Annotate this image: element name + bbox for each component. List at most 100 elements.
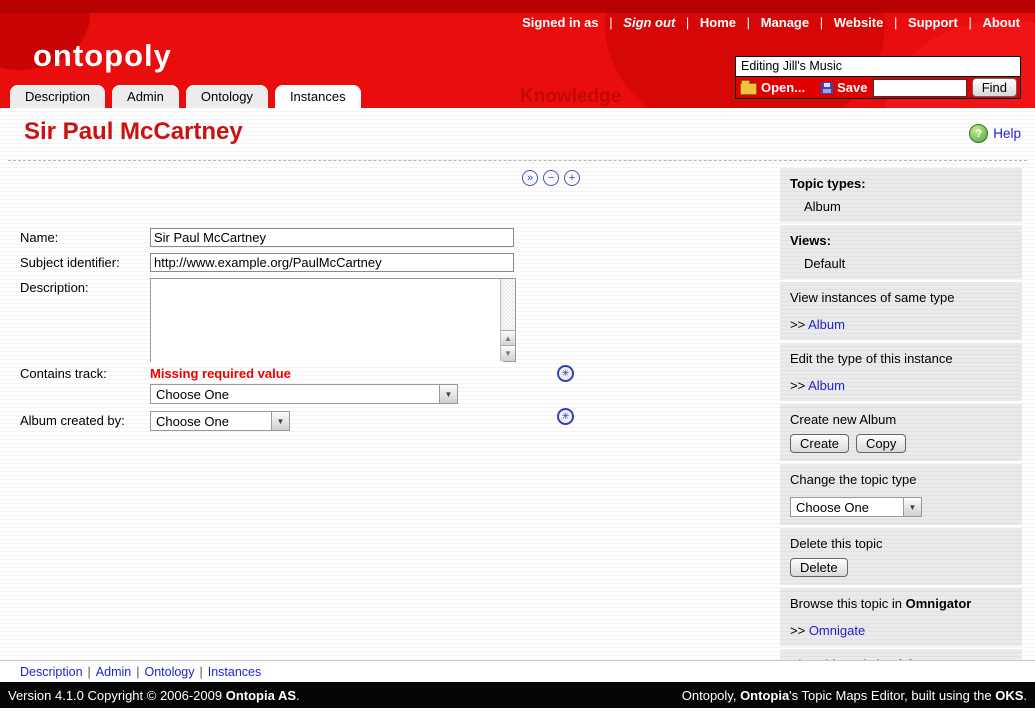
tab-description[interactable]: Description — [10, 85, 105, 108]
edit-type-linkrow: >> Album — [790, 378, 1012, 393]
credit-text-end: . — [1023, 688, 1027, 703]
header: Knowledge Signed in as | Sign out | Home… — [0, 0, 1035, 108]
product-credit: Ontopoly, Ontopia's Topic Maps Editor, b… — [682, 688, 1027, 703]
find-button[interactable]: Find — [972, 78, 1017, 97]
nav-sign-out[interactable]: Sign out — [623, 15, 675, 30]
nav-separator: | — [747, 15, 750, 30]
album-created-by-selected: Choose One — [151, 414, 271, 429]
description-textarea[interactable] — [151, 279, 503, 365]
nav-separator: | — [686, 15, 689, 30]
edit-type-album-link[interactable]: Album — [808, 378, 845, 393]
dropdown-arrow-icon: ▼ — [903, 498, 921, 516]
link-separator: | — [136, 665, 139, 679]
save-label: Save — [837, 80, 867, 95]
omnigate-linkrow: >> Omnigate — [790, 623, 1012, 638]
open-button[interactable]: Open... — [739, 80, 805, 95]
open-label: Open... — [761, 80, 805, 95]
nav-website[interactable]: Website — [834, 15, 884, 30]
views-value: Default — [790, 256, 1012, 271]
description-label: Description: — [20, 280, 89, 295]
dropdown-arrow-icon: ▼ — [271, 412, 289, 430]
change-type-select[interactable]: Choose One ▼ — [790, 497, 922, 517]
help-link[interactable]: ? Help — [969, 124, 1021, 143]
version-copyright: Version 4.1.0 Copyright © 2006-2009 Onto… — [8, 688, 300, 703]
scroll-down-icon[interactable]: ▼ — [501, 345, 515, 361]
omnigate-link[interactable]: Omnigate — [809, 623, 865, 638]
create-new-label: Create new Album — [790, 412, 1012, 427]
arrow-prefix: >> — [790, 317, 805, 332]
tab-ontology[interactable]: Ontology — [186, 85, 268, 108]
version-text-end: . — [296, 688, 300, 703]
change-type-label: Change the topic type — [790, 472, 1012, 487]
description-scrollbar[interactable]: ▲ ▼ — [500, 279, 515, 361]
subject-identifier-input[interactable] — [150, 253, 514, 272]
remove-identifier-icon[interactable]: − — [543, 170, 559, 186]
album-created-by-select[interactable]: Choose One ▼ — [150, 411, 290, 431]
contains-track-label: Contains track: — [20, 366, 107, 381]
nav-support[interactable]: Support — [908, 15, 958, 30]
change-type-selected: Choose One — [791, 500, 903, 515]
view-instances-linkrow: >> Album — [790, 317, 1012, 332]
topic-types-section: Topic types: Album — [780, 168, 1022, 222]
copy-button[interactable]: Copy — [856, 434, 906, 453]
bottom-link-admin[interactable]: Admin — [96, 665, 131, 679]
arrow-prefix: >> — [790, 623, 805, 638]
track-create-topic-icon[interactable]: ✳ — [557, 365, 574, 382]
link-separator: | — [88, 665, 91, 679]
delete-button[interactable]: Delete — [790, 558, 848, 577]
omnigator-name: Omnigator — [906, 596, 972, 611]
add-identifier-icon[interactable]: + — [564, 170, 580, 186]
delete-label: Delete this topic — [790, 536, 1012, 551]
topic-types-heading: Topic types: — [790, 176, 1012, 191]
toolbar: Open... Save Find — [735, 77, 1021, 99]
browse-label-text: Browse this topic in — [790, 596, 906, 611]
create-button[interactable]: Create — [790, 434, 849, 453]
create-new-buttons: Create Copy — [790, 434, 1012, 453]
topic-form: Name: Subject identifier: » − + Descript… — [20, 168, 770, 488]
ontopoly-logo: ontopoly — [33, 38, 172, 74]
browse-omnigator-section: Browse this topic in Omnigator >> Omniga… — [780, 588, 1022, 646]
title-divider — [8, 160, 1027, 161]
change-type-section: Change the topic type Choose One ▼ — [780, 464, 1022, 525]
contains-track-select[interactable]: Choose One ▼ — [150, 384, 458, 404]
tab-instances[interactable]: Instances — [275, 85, 361, 108]
ontopia-as-name: Ontopia AS — [226, 688, 296, 703]
version-text: Version 4.1.0 Copyright © 2006-2009 — [8, 688, 226, 703]
scroll-up-icon[interactable]: ▲ — [501, 330, 515, 346]
views-heading: Views: — [790, 233, 1012, 248]
nav-manage[interactable]: Manage — [761, 15, 809, 30]
nav-home[interactable]: Home — [700, 15, 736, 30]
creator-create-topic-icon[interactable]: ✳ — [557, 408, 574, 425]
browse-omnigator-label: Browse this topic in Omnigator — [790, 596, 1012, 611]
save-button[interactable]: Save — [819, 80, 867, 95]
subject-identifier-label: Subject identifier: — [20, 255, 120, 270]
folder-open-icon — [740, 83, 757, 95]
page-title: Sir Paul McCartney — [24, 118, 243, 146]
view-instances-section: View instances of same type >> Album — [780, 282, 1022, 340]
bottom-link-instances[interactable]: Instances — [208, 665, 262, 679]
nav-separator: | — [820, 15, 823, 30]
search-input[interactable] — [873, 79, 967, 97]
name-input[interactable] — [150, 228, 514, 247]
main-tabs: Description Admin Ontology Instances — [10, 85, 361, 108]
bottom-link-ontology[interactable]: Ontology — [144, 665, 194, 679]
goto-identifier-icon[interactable]: » — [522, 170, 538, 186]
bottom-nav: Description | Admin | Ontology | Instances — [0, 660, 1035, 682]
edit-type-section: Edit the type of this instance >> Album — [780, 343, 1022, 401]
footer-bar: Version 4.1.0 Copyright © 2006-2009 Onto… — [0, 682, 1035, 708]
ontopoly-app: Knowledge Signed in as | Sign out | Home… — [0, 0, 1035, 711]
save-disk-icon — [821, 82, 833, 94]
nav-separator: | — [609, 15, 612, 30]
help-label: Help — [993, 126, 1021, 141]
tab-admin[interactable]: Admin — [112, 85, 179, 108]
view-instances-album-link[interactable]: Album — [808, 317, 845, 332]
knowledge-watermark: Knowledge — [520, 86, 621, 108]
bottom-link-description[interactable]: Description — [20, 665, 83, 679]
album-created-by-label: Album created by: — [20, 413, 125, 428]
link-separator: | — [200, 665, 203, 679]
nav-about[interactable]: About — [982, 15, 1020, 30]
delete-buttons: Delete — [790, 558, 1012, 577]
arrow-prefix: >> — [790, 378, 805, 393]
signed-in-as-label: Signed in as — [522, 15, 599, 30]
missing-value-error: Missing required value — [150, 366, 291, 381]
